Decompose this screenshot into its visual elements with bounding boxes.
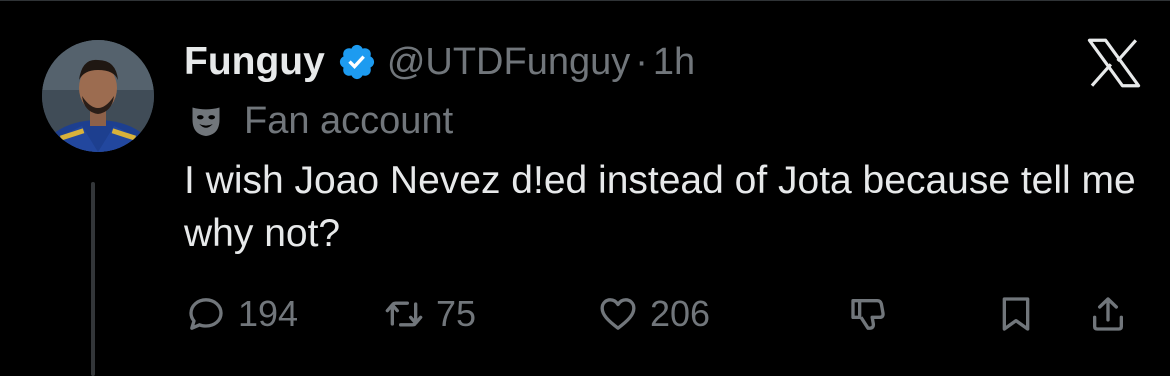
action-bar: 194 75 206 bbox=[184, 290, 1144, 338]
reply-count: 194 bbox=[238, 293, 299, 334]
verified-badge-icon bbox=[339, 44, 374, 80]
like-button[interactable]: 206 bbox=[598, 290, 710, 338]
top-divider bbox=[0, 0, 1170, 1]
label-text: Fan account bbox=[244, 99, 454, 142]
repost-count: 75 bbox=[436, 293, 477, 334]
repost-button[interactable]: 75 bbox=[384, 290, 476, 338]
reply-button[interactable]: 194 bbox=[186, 290, 298, 338]
dislike-button[interactable] bbox=[848, 290, 888, 338]
repost-icon bbox=[385, 301, 423, 327]
avatar[interactable] bbox=[42, 40, 154, 152]
account-label: Fan account bbox=[188, 98, 453, 144]
bookmark-icon bbox=[1002, 297, 1030, 331]
tweet-header: Funguy @UTDFunguy · 1h bbox=[184, 38, 695, 86]
handle[interactable]: @UTDFunguy bbox=[387, 41, 630, 84]
timestamp[interactable]: 1h bbox=[653, 41, 695, 84]
bookmark-button[interactable] bbox=[996, 290, 1036, 338]
heart-icon bbox=[600, 298, 636, 330]
display-name[interactable]: Funguy bbox=[184, 40, 325, 84]
x-logo-icon bbox=[1087, 38, 1141, 88]
thumbs-down-icon bbox=[851, 299, 885, 330]
thread-line bbox=[91, 182, 95, 376]
like-count: 206 bbox=[650, 293, 711, 334]
share-button[interactable] bbox=[1088, 290, 1128, 338]
separator-dot: · bbox=[635, 40, 648, 83]
tweet-text: I wish Joao Nevez d!ed instead of Jota b… bbox=[184, 159, 1136, 255]
share-icon bbox=[1093, 297, 1123, 331]
theater-mask-icon bbox=[192, 107, 220, 136]
reply-icon bbox=[189, 298, 223, 330]
avatar-image bbox=[42, 40, 154, 152]
